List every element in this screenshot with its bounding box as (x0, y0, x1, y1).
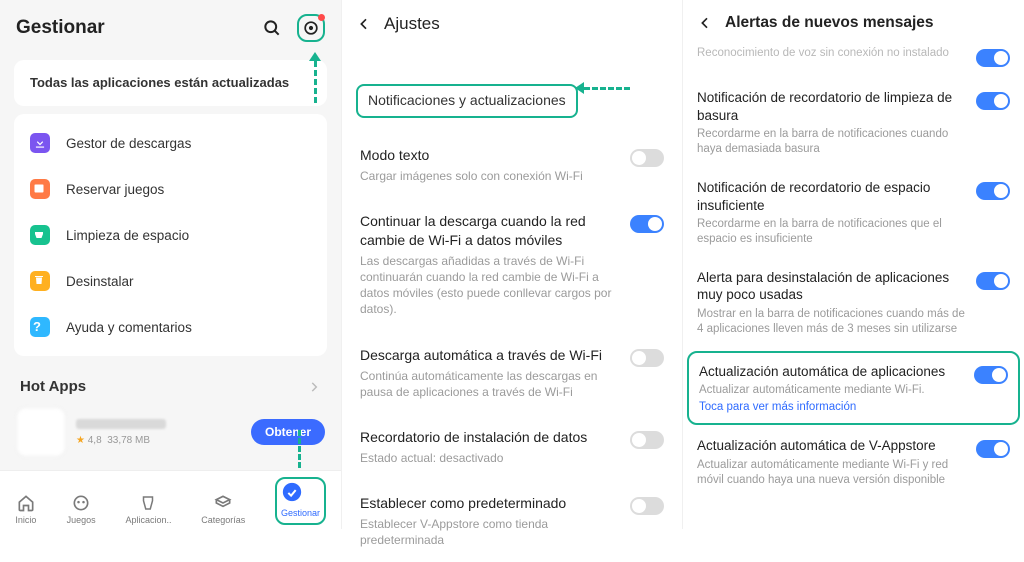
menu-item-label: Reservar juegos (66, 182, 164, 197)
alert-subtitle: Actualizar automáticamente mediante Wi-F… (697, 458, 966, 488)
alert-title: Actualización automática de V-Appstore (697, 437, 966, 455)
manage-icon (281, 481, 303, 503)
auto-update-apps-row[interactable]: Actualización automática de aplicaciones… (687, 351, 1020, 425)
apps-icon (137, 492, 159, 514)
alert-subtitle: Mostrar en la barra de notificaciones cu… (697, 307, 966, 337)
toggle-switch[interactable] (976, 440, 1010, 458)
trash-icon (30, 271, 50, 291)
menu-item-help[interactable]: ? Ayuda y comentarios (14, 304, 327, 350)
manage-screen: Gestionar Todas las aplicaciones están a… (0, 0, 341, 529)
page-title: Alertas de nuevos mensajes (725, 14, 934, 32)
menu-item-label: Desinstalar (66, 274, 134, 289)
alert-title: Alerta para desinstalación de aplicacion… (697, 269, 966, 304)
setting-subtitle: Continúa automáticamente las descargas e… (360, 368, 618, 400)
app-thumbnail (16, 407, 66, 457)
alert-row[interactable]: Reconocimiento de voz sin conexión no in… (697, 46, 1010, 79)
menu-item-label: Gestor de descargas (66, 136, 191, 151)
menu-item-label: Limpieza de espacio (66, 228, 189, 243)
alert-row[interactable]: Notificación de recordatorio de espacio … (697, 169, 1010, 259)
setting-subtitle: Cargar imágenes solo con conexión Wi-Fi (360, 168, 618, 184)
page-title: Gestionar (16, 17, 105, 39)
setting-row[interactable]: Establecer como predeterminado Establecer… (360, 480, 664, 562)
setting-subtitle: Estado actual: desactivado (360, 450, 618, 466)
toggle-switch[interactable] (630, 497, 664, 515)
download-icon (30, 133, 50, 153)
home-icon (15, 492, 37, 514)
page-title: Ajustes (384, 14, 440, 34)
nav-label: Categorías (201, 515, 245, 525)
nav-games[interactable]: Juegos (67, 492, 96, 525)
back-icon[interactable] (356, 16, 372, 32)
nav-label: Aplicacion.. (125, 515, 171, 525)
setting-title: Continuar la descarga cuando la red camb… (360, 212, 618, 250)
app-meta-text: ★ 4,8 33,78 MB (76, 435, 241, 446)
games-icon (70, 492, 92, 514)
hot-app-item[interactable]: ★ 4,8 33,78 MB Obtener (0, 403, 341, 457)
update-status-card[interactable]: Todas las aplicaciones están actualizada… (14, 60, 327, 106)
setting-title: Descarga automática a través de Wi-Fi (360, 346, 618, 365)
menu-item-trash[interactable]: Desinstalar (14, 258, 327, 304)
toggle-switch[interactable] (630, 349, 664, 367)
bottom-nav: Inicio Juegos Aplicacion.. Categorías Gestio… (0, 470, 341, 529)
alert-row[interactable]: Actualización automática de V-Appstore Ac… (697, 427, 1010, 499)
search-icon[interactable] (261, 17, 283, 39)
toggle-switch[interactable] (976, 49, 1010, 67)
calendar-icon (30, 179, 50, 199)
alert-title: Notificación de recordatorio de limpieza… (697, 89, 966, 124)
setting-title: Modo texto (360, 146, 618, 165)
alerts-screen: Alertas de nuevos mensajes Reconocimient… (682, 0, 1024, 529)
toggle-switch[interactable] (630, 149, 664, 167)
chevron-right-icon[interactable] (307, 380, 321, 394)
alert-title: Notificación de recordatorio de espacio … (697, 179, 966, 214)
toggle-switch[interactable] (630, 215, 664, 233)
setting-row[interactable]: Recordatorio de instalación de datos Esta… (360, 414, 664, 480)
section-link-label: Notificaciones y actualizaciones (368, 92, 566, 108)
alert-subtitle: Recordarme en la barra de notificaciones… (697, 217, 966, 247)
more-info-link[interactable]: Toca para ver más información (699, 401, 964, 413)
menu-item-download[interactable]: Gestor de descargas (14, 120, 327, 166)
tutorial-arrow-left (575, 82, 630, 94)
toggle-switch[interactable] (630, 431, 664, 449)
back-icon[interactable] (697, 15, 713, 31)
cats-icon (212, 492, 234, 514)
settings-screen: Ajustes Notificaciones y actualizaciones… (341, 0, 682, 529)
settings-icon[interactable] (297, 14, 325, 42)
nav-label: Inicio (15, 515, 36, 525)
app-name-redacted (76, 419, 166, 429)
menu-item-calendar[interactable]: Reservar juegos (14, 166, 327, 212)
nav-apps[interactable]: Aplicacion.. (125, 492, 171, 525)
nav-manage[interactable]: Gestionar (275, 477, 326, 525)
alert-row[interactable]: Alerta para desinstalación de aplicacion… (697, 259, 1010, 349)
nav-label: Gestionar (281, 508, 320, 518)
get-button[interactable]: Obtener (251, 419, 325, 445)
nav-cats[interactable]: Categorías (201, 492, 245, 525)
toggle-switch[interactable] (976, 272, 1010, 290)
svg-text:?: ? (33, 320, 41, 334)
setting-title: Recordatorio de instalación de datos (360, 428, 618, 447)
setting-title: Establecer como predeterminado (360, 494, 618, 513)
tools-menu: Gestor de descargas Reservar juegos Limpie… (14, 114, 327, 356)
hot-apps-title: Hot Apps (20, 378, 86, 395)
nav-home[interactable]: Inicio (15, 492, 37, 525)
help-icon: ? (30, 317, 50, 337)
alert-subtitle: Reconocimiento de voz sin conexión no in… (697, 46, 966, 61)
setting-row[interactable]: Descarga automática a través de Wi-Fi Con… (360, 332, 664, 414)
toggle-switch[interactable] (976, 92, 1010, 110)
notifications-section-link[interactable]: Notificaciones y actualizaciones (356, 84, 578, 118)
broom-icon (30, 225, 50, 245)
alert-subtitle: Actualizar automáticamente mediante Wi-F… (699, 383, 964, 398)
nav-label: Juegos (67, 515, 96, 525)
alert-subtitle: Recordarme en la barra de notificaciones… (697, 127, 966, 157)
toggle-switch[interactable] (974, 366, 1008, 384)
setting-subtitle: Establecer V-Appstore como tienda predet… (360, 516, 618, 548)
setting-row[interactable]: Modo texto Cargar imágenes solo con conex… (360, 132, 664, 198)
setting-row[interactable]: Continuar la descarga cuando la red camb… (360, 198, 664, 332)
toggle-switch[interactable] (976, 182, 1010, 200)
menu-item-broom[interactable]: Limpieza de espacio (14, 212, 327, 258)
menu-item-label: Ayuda y comentarios (66, 320, 192, 335)
alert-title: Actualización automática de aplicaciones (699, 363, 964, 381)
setting-subtitle: Las descargas añadidas a través de Wi-Fi… (360, 253, 618, 318)
alert-row[interactable]: Notificación de recordatorio de limpieza… (697, 79, 1010, 169)
